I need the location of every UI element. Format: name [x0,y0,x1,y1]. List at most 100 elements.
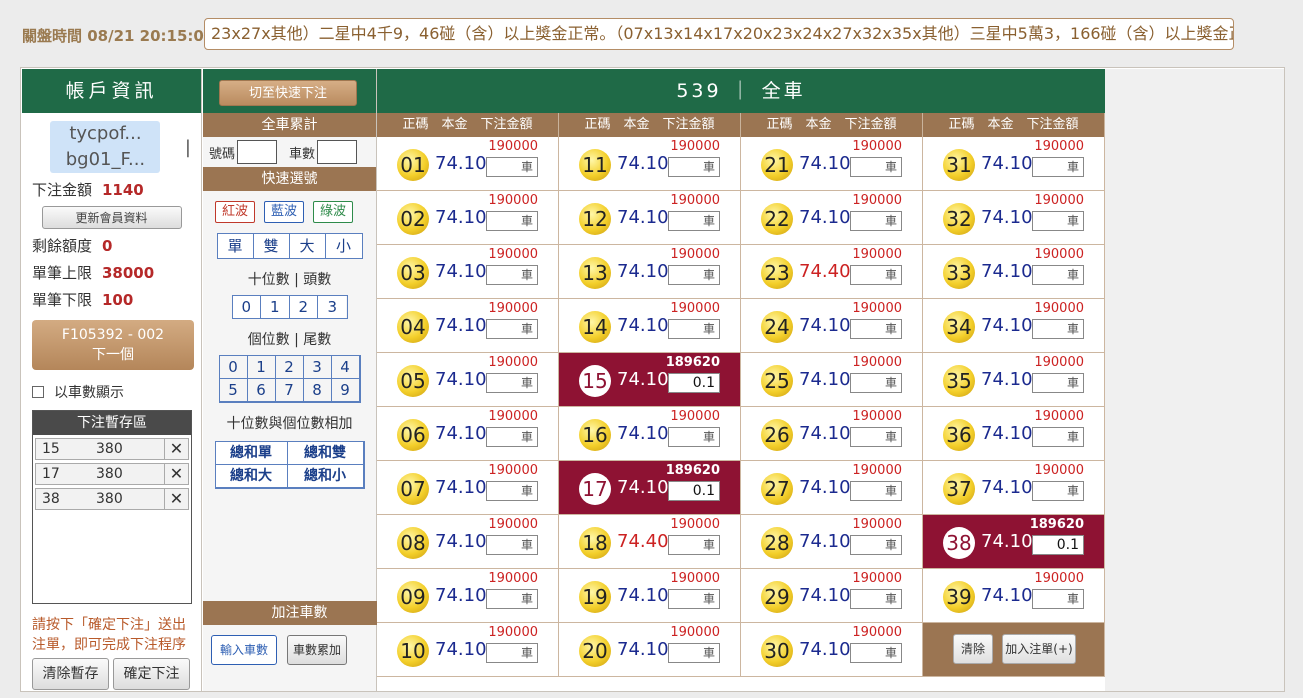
car-input[interactable] [317,140,358,164]
number-ball[interactable]: 30 [761,635,793,667]
number-ball[interactable]: 24 [761,311,793,343]
units-digit-button[interactable]: 4 [331,356,360,379]
units-digit-button[interactable]: 9 [331,379,360,402]
number-cell[interactable]: 21 74.10 190000 車 [741,137,923,191]
number-ball[interactable]: 26 [761,419,793,451]
bet-input[interactable]: 0.1 [668,481,720,501]
number-cell[interactable]: 20 74.10 190000 車 [559,623,741,677]
bet-input[interactable]: 車 [486,319,538,339]
bet-input[interactable]: 車 [850,535,902,555]
number-ball[interactable]: 31 [943,149,975,181]
parity-button[interactable]: 單 [217,234,254,258]
sum-button[interactable]: 總和小 [287,465,364,488]
number-ball[interactable]: 23 [761,257,793,289]
number-cell[interactable]: 39 74.10 190000 車 [923,569,1105,623]
bet-input[interactable]: 車 [668,427,720,447]
number-ball[interactable]: 32 [943,203,975,235]
bet-input[interactable]: 車 [850,265,902,285]
number-ball[interactable]: 17 [579,473,611,505]
number-ball[interactable]: 21 [761,149,793,181]
bet-input[interactable]: 車 [486,643,538,663]
wave-button-2[interactable]: 綠波 [313,201,354,223]
confirm-bet-button[interactable]: 確定下注 [113,658,190,690]
number-ball[interactable]: 04 [397,311,429,343]
bet-input[interactable]: 車 [486,589,538,609]
bet-input[interactable]: 車 [668,211,720,231]
number-cell[interactable]: 15 74.10 189620 0.1 [559,353,741,407]
number-cell[interactable]: 27 74.10 190000 車 [741,461,923,515]
bet-input[interactable]: 車 [486,157,538,177]
number-cell[interactable]: 26 74.10 190000 車 [741,407,923,461]
bet-input[interactable]: 車 [668,157,720,177]
sum-button[interactable]: 總和大 [215,465,288,488]
bet-input[interactable]: 車 [486,211,538,231]
bet-input[interactable]: 車 [1032,211,1084,231]
number-ball[interactable]: 19 [579,581,611,613]
bet-input[interactable]: 車 [668,643,720,663]
units-digit-button[interactable]: 3 [303,356,332,379]
number-cell[interactable]: 11 74.10 190000 車 [559,137,741,191]
number-ball[interactable]: 07 [397,473,429,505]
bet-input[interactable]: 車 [850,373,902,393]
number-cell[interactable]: 01 74.10 190000 車 [377,137,559,191]
bet-input[interactable]: 車 [668,265,720,285]
number-ball[interactable]: 20 [579,635,611,667]
bet-input[interactable]: 車 [486,427,538,447]
number-cell[interactable]: 06 74.10 190000 車 [377,407,559,461]
bet-input[interactable]: 車 [1032,481,1084,501]
bet-input[interactable]: 車 [850,427,902,447]
number-ball[interactable]: 15 [579,365,611,397]
fast-bet-button[interactable]: 切至快速下注 [219,80,357,106]
number-cell[interactable]: 25 74.10 190000 車 [741,353,923,407]
number-input[interactable] [237,140,278,164]
bet-input[interactable]: 車 [668,535,720,555]
accumulate-car-button[interactable]: 車數累加 [287,635,347,665]
bet-input[interactable]: 車 [486,481,538,501]
show-by-car-checkbox[interactable]: 以車數顯示 [32,382,191,402]
number-ball[interactable]: 33 [943,257,975,289]
parity-button[interactable]: 小 [325,234,362,258]
bet-input[interactable]: 車 [486,535,538,555]
bet-input[interactable]: 車 [668,589,720,609]
number-cell[interactable]: 35 74.10 190000 車 [923,353,1105,407]
number-cell[interactable]: 22 74.10 190000 車 [741,191,923,245]
bet-input[interactable]: 車 [850,157,902,177]
bet-input[interactable]: 車 [1032,157,1084,177]
wave-button-1[interactable]: 藍波 [264,201,305,223]
bet-input[interactable]: 0.1 [1032,535,1084,555]
units-digit-button[interactable]: 8 [303,379,332,402]
units-digit-button[interactable]: 6 [247,379,276,402]
number-cell[interactable]: 02 74.10 190000 車 [377,191,559,245]
units-digit-button[interactable]: 5 [219,379,248,402]
wave-button-0[interactable]: 紅波 [215,201,256,223]
next-ticket-button[interactable]: F105392 - 002 下一個 [32,320,194,370]
number-ball[interactable]: 37 [943,473,975,505]
number-cell[interactable]: 34 74.10 190000 車 [923,299,1105,353]
number-cell[interactable]: 19 74.10 190000 車 [559,569,741,623]
parity-button[interactable]: 雙 [253,234,290,258]
remove-icon[interactable]: ✕ [164,489,188,509]
tens-digit-button[interactable]: 2 [289,296,318,318]
number-cell[interactable]: 09 74.10 190000 車 [377,569,559,623]
remove-icon[interactable]: ✕ [164,464,188,484]
number-ball[interactable]: 11 [579,149,611,181]
number-ball[interactable]: 29 [761,581,793,613]
input-car-button[interactable]: 輸入車數 [211,635,277,665]
parity-button[interactable]: 大 [289,234,326,258]
number-cell[interactable]: 24 74.10 190000 車 [741,299,923,353]
remove-icon[interactable]: ✕ [164,439,188,459]
number-ball[interactable]: 01 [397,149,429,181]
number-ball[interactable]: 27 [761,473,793,505]
units-digit-button[interactable]: 1 [247,356,276,379]
add-to-order-button[interactable]: 加入注單(+) [1002,634,1076,664]
number-cell[interactable]: 12 74.10 190000 車 [559,191,741,245]
number-cell[interactable]: 38 74.10 189620 0.1 [923,515,1105,569]
bet-input[interactable]: 車 [486,265,538,285]
number-cell[interactable]: 23 74.40 190000 車 [741,245,923,299]
number-cell[interactable]: 31 74.10 190000 車 [923,137,1105,191]
checkbox-icon[interactable] [32,386,44,398]
number-ball[interactable]: 02 [397,203,429,235]
number-ball[interactable]: 28 [761,527,793,559]
number-cell[interactable]: 29 74.10 190000 車 [741,569,923,623]
units-digit-button[interactable]: 7 [275,379,304,402]
